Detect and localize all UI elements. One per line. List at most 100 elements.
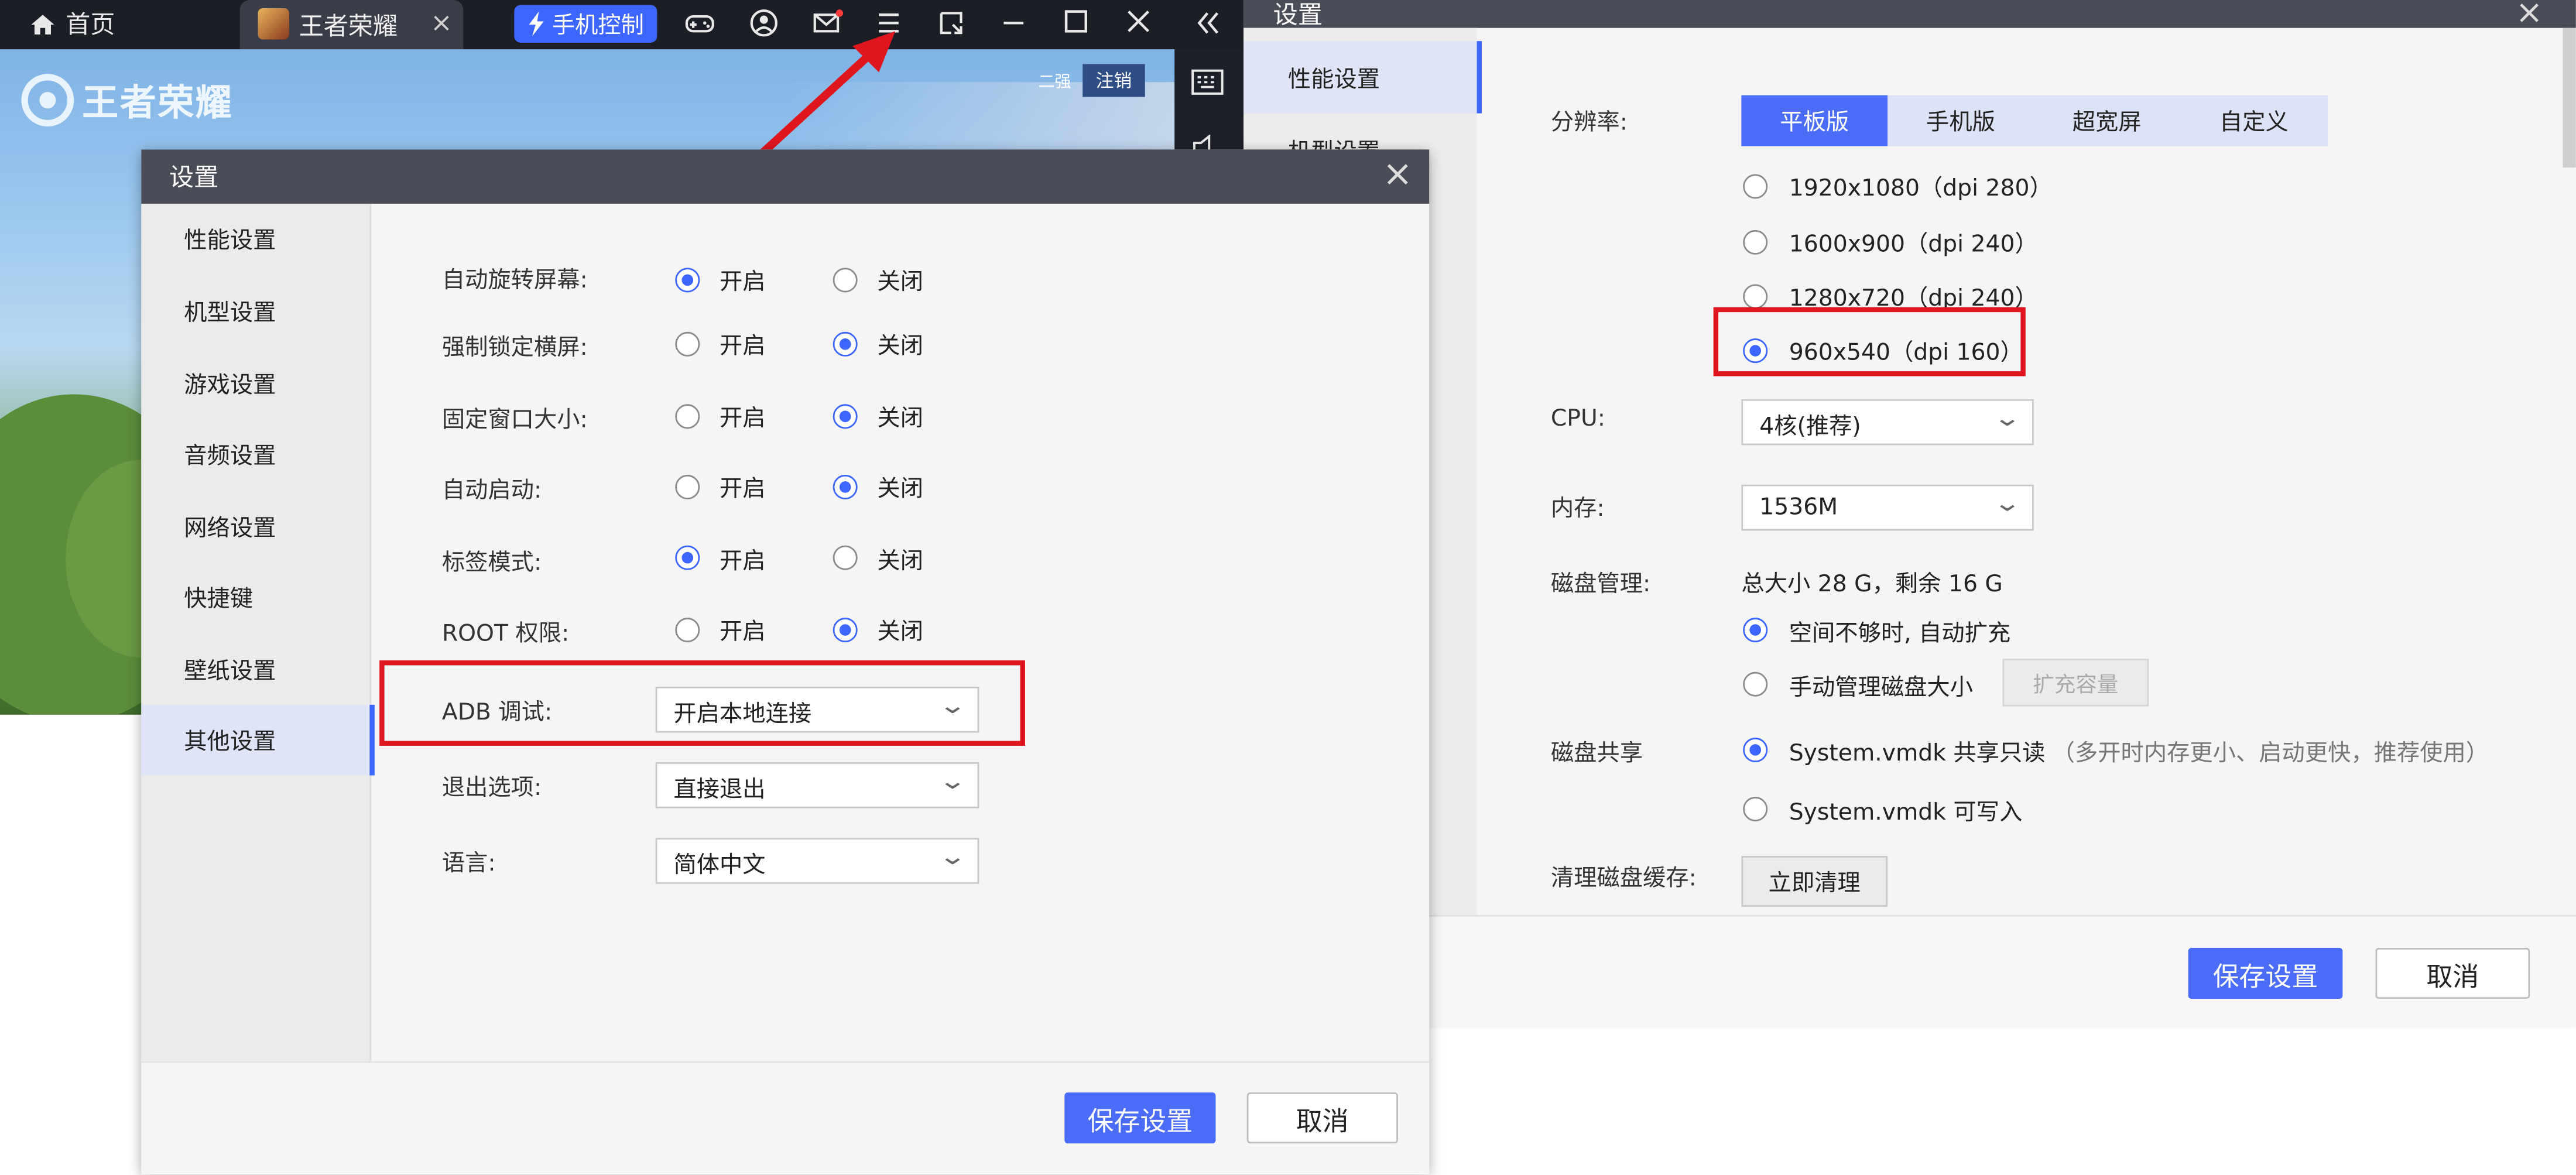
auto-rotate-on-label: 开启: [720, 269, 766, 296]
lock-landscape-on-radio[interactable]: [675, 331, 700, 357]
share-readonly-note: （多开时内存更小、启动更快，推荐使用）: [2051, 741, 2489, 768]
language-select[interactable]: 简体中文 ⌄: [655, 838, 979, 884]
share-readonly-label: System.vmdk 共享只读: [1789, 741, 2046, 768]
emulator-titlebar: 首页 王者荣耀 × 手机控制: [0, 0, 1244, 50]
sidebar-item-wallpaper[interactable]: 壁纸设置: [141, 634, 369, 705]
resolution-radio-1280[interactable]: [1743, 284, 1768, 309]
sidebar-item-label: 壁纸设置: [184, 659, 276, 686]
chevron-down-icon: ⌄: [1993, 491, 2022, 518]
gamepad-icon[interactable]: [685, 10, 715, 36]
highlight-box-resolution: [1713, 307, 2026, 376]
root-off-radio[interactable]: [833, 618, 858, 643]
sidebar-item-label: 性能设置: [184, 228, 276, 255]
sidebar-item-shortcuts[interactable]: 快捷键: [141, 562, 369, 633]
lock-landscape-on-label: 开启: [720, 333, 766, 360]
root-on-radio[interactable]: [675, 618, 700, 643]
collapse-sidebar-icon[interactable]: [1194, 10, 1221, 36]
resolution-radio-1600[interactable]: [1743, 229, 1768, 255]
share-writable-radio[interactable]: [1743, 796, 1768, 821]
sidebar-item-game[interactable]: 游戏设置: [141, 348, 369, 419]
sidebar-item-label: 游戏设置: [184, 372, 276, 399]
logout-badge[interactable]: 注销: [1083, 64, 1145, 97]
fixed-window-on-radio[interactable]: [675, 404, 700, 429]
right-cancel-button[interactable]: 取消: [2375, 948, 2530, 999]
sidebar-item-performance[interactable]: 性能设置: [141, 204, 369, 275]
option-label-root: ROOT 权限:: [441, 621, 570, 648]
tab-close-icon[interactable]: ×: [430, 6, 453, 37]
language-value: 简体中文: [673, 852, 766, 879]
sidebar-item-model[interactable]: 机型设置: [141, 276, 369, 347]
disk-auto-radio[interactable]: [1743, 618, 1768, 643]
autostart-off-radio[interactable]: [833, 474, 858, 500]
cpu-select[interactable]: 4核(推荐) ⌄: [1741, 399, 2034, 446]
resolution-label: 分辨率:: [1550, 110, 1628, 136]
dialog-close-icon[interactable]: ×: [1382, 155, 1413, 196]
option-label-auto-rotate: 自动旋转屏幕:: [441, 268, 588, 294]
right-scrollbar[interactable]: [2563, 28, 2576, 168]
tab-mode-on-radio[interactable]: [675, 545, 700, 570]
resolution-tab-custom[interactable]: 自定义: [2180, 95, 2328, 146]
tab-mode-off-radio[interactable]: [833, 545, 858, 570]
resolution-option-1600: 1600x900（dpi 240）: [1789, 231, 2038, 258]
auto-rotate-off-label: 关闭: [877, 269, 923, 296]
memory-select[interactable]: 1536M ⌄: [1741, 484, 2034, 531]
pin-window-icon[interactable]: [938, 10, 964, 36]
root-off-label: 关闭: [877, 619, 923, 646]
autostart-on-radio[interactable]: [675, 474, 700, 500]
right-settings-title: 设置: [1273, 0, 1323, 30]
game-badge-left: 二强: [1038, 74, 1071, 93]
home-icon: [31, 13, 54, 34]
home-label: 首页: [66, 9, 115, 40]
resolution-tabs: 平板版 手机版 超宽屏 自定义: [1741, 95, 2328, 146]
auto-rotate-off-radio[interactable]: [833, 268, 858, 293]
keyboard-icon[interactable]: [1191, 69, 1224, 95]
sidebar-item-label: 网络设置: [184, 516, 276, 542]
right-close-icon[interactable]: ×: [2516, 0, 2543, 31]
language-label: 语言:: [441, 851, 496, 878]
clean-cache-label: 清理磁盘缓存:: [1550, 865, 1697, 892]
sidebar-item-audio[interactable]: 音频设置: [141, 419, 369, 490]
right-sidebar-item-performance[interactable]: 性能设置: [1244, 41, 1482, 114]
sidebar-item-other[interactable]: 其他设置: [141, 704, 375, 776]
right-settings-titlebar: 设置 ×: [1244, 0, 2576, 31]
lock-landscape-off-radio[interactable]: [833, 331, 858, 357]
home-tab[interactable]: 首页: [30, 6, 115, 41]
cancel-button[interactable]: 取消: [1246, 1092, 1398, 1143]
sidebar-item-label: 其他设置: [184, 729, 276, 756]
disk-manual-label: 手动管理磁盘大小: [1789, 675, 1974, 702]
fixed-window-off-label: 关闭: [877, 406, 923, 432]
option-label-fixed-window: 固定窗口大小:: [441, 407, 588, 434]
sidebar-item-label: 音频设置: [184, 443, 276, 470]
resolution-tab-ultrawide[interactable]: 超宽屏: [2034, 95, 2180, 146]
disk-manual-radio[interactable]: [1743, 672, 1768, 697]
expand-capacity-button[interactable]: 扩充容量: [2002, 659, 2149, 707]
save-button[interactable]: 保存设置: [1064, 1092, 1216, 1143]
phone-control-label: 手机控制: [551, 12, 644, 39]
resolution-radio-1920[interactable]: [1743, 174, 1768, 199]
game-tab[interactable]: 王者荣耀 ×: [239, 0, 464, 50]
phone-control-button[interactable]: 手机控制: [514, 5, 657, 43]
right-save-button[interactable]: 保存设置: [2188, 948, 2343, 999]
exit-select[interactable]: 直接退出 ⌄: [655, 762, 979, 809]
disk-auto-label: 空间不够时, 自动扩充: [1789, 621, 2011, 648]
option-label-lock-landscape: 强制锁定横屏:: [441, 335, 588, 362]
tab-mode-off-label: 关闭: [877, 549, 923, 575]
auto-rotate-on-radio[interactable]: [675, 268, 700, 293]
game-logo-icon: [21, 74, 74, 127]
close-icon[interactable]: [1125, 8, 1152, 35]
resolution-tab-phone[interactable]: 手机版: [1888, 95, 2034, 146]
disk-info: 总大小 28 G，剩余 16 G: [1741, 571, 2003, 598]
clean-now-button[interactable]: 立即清理: [1741, 855, 1888, 907]
dialog-titlebar: 设置 ×: [141, 149, 1430, 204]
minimize-icon[interactable]: [1001, 10, 1027, 36]
cpu-value: 4核(推荐): [1759, 414, 1861, 441]
lock-landscape-off-label: 关闭: [877, 333, 923, 360]
maximize-icon[interactable]: [1063, 8, 1089, 35]
dialog-footer: 保存设置 取消: [141, 1061, 1430, 1175]
lightning-icon: [529, 11, 544, 36]
cpu-label: CPU:: [1550, 406, 1605, 432]
resolution-tab-tablet[interactable]: 平板版: [1741, 95, 1888, 146]
sidebar-item-network[interactable]: 网络设置: [141, 491, 369, 562]
fixed-window-off-radio[interactable]: [833, 404, 858, 429]
share-readonly-radio[interactable]: [1743, 737, 1768, 762]
